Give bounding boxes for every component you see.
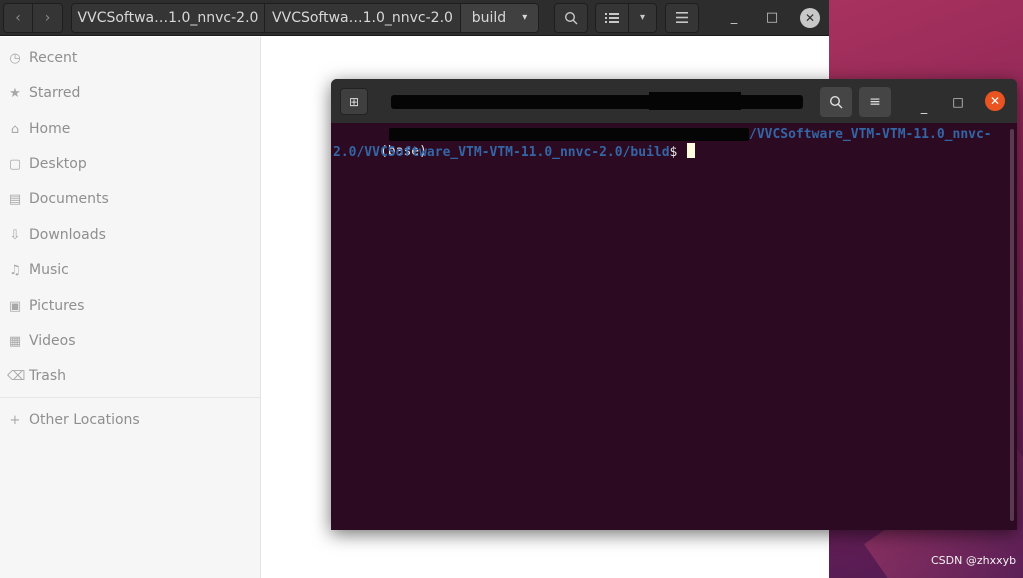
hamburger-menu-icon <box>676 12 688 23</box>
sidebar-item-trash[interactable]: ⌫ Trash <box>0 359 261 393</box>
chevron-down-icon: ▾ <box>639 12 646 23</box>
minimize-icon: _ <box>920 100 928 115</box>
maximize-icon: □ <box>952 95 964 109</box>
hamburger-menu-icon: ≡ <box>869 94 881 110</box>
sidebar-item-documents[interactable]: ▤ Documents <box>0 182 261 216</box>
path-crumb-label: VVCSoftwa…1.0_nnvc-2.0 <box>272 9 453 26</box>
prompt-path: /VVCSoftware_VTM-VTM-11.0_nnvc- <box>749 127 992 142</box>
terminal-output[interactable]: (base) /VVCSoftware_VTM-VTM-11.0_nnvc- 2… <box>331 123 1017 530</box>
terminal-close-button[interactable]: ✕ <box>985 91 1005 111</box>
forward-button[interactable]: › <box>33 2 63 33</box>
path-crumb[interactable]: VVCSoftwa…1.0_nnvc-2.0 <box>71 2 265 33</box>
terminal-window: ⊞ ≡ _ □ ✕ (base) /VVCSoftware_VTM-VTM-11… <box>331 79 1017 530</box>
sidebar-item-label: Videos <box>29 333 76 349</box>
sidebar-item-label: Trash <box>29 368 66 384</box>
plus-icon: + <box>9 412 21 428</box>
close-button[interactable]: ✕ <box>795 3 825 33</box>
sidebar-item-label: Downloads <box>29 227 106 243</box>
file-manager-header: ‹ › VVCSoftwa…1.0_nnvc-2.0 VVCSoftwa…1.0… <box>0 0 829 36</box>
video-icon: ▦ <box>8 333 22 349</box>
chevron-right-icon: › <box>44 9 51 26</box>
new-tab-button[interactable]: ⊞ <box>340 88 368 115</box>
terminal-title-redacted <box>391 92 803 110</box>
chevron-down-icon: ▾ <box>522 12 528 23</box>
sidebar-item-other-locations[interactable]: + Other Locations <box>0 403 261 437</box>
sidebar-item-label: Recent <box>29 50 78 66</box>
list-view-icon <box>605 12 619 23</box>
sidebar-item-downloads[interactable]: ⇩ Downloads <box>0 218 261 252</box>
places-sidebar: ◷ Recent ★ Starred ⌂ Home ▢ Desktop ▤ Do… <box>0 37 261 578</box>
sidebar-item-starred[interactable]: ★ Starred <box>0 76 261 110</box>
user-host-redacted <box>389 128 749 141</box>
desktop-icon: ▢ <box>8 156 22 172</box>
trash-icon: ⌫ <box>7 368 26 384</box>
new-tab-icon: ⊞ <box>348 94 360 109</box>
watermark: CSDN @zhxxyb <box>931 554 1017 567</box>
back-button[interactable]: ‹ <box>3 2 33 33</box>
terminal-header: ⊞ ≡ _ □ ✕ <box>331 79 1017 123</box>
picture-icon: ▣ <box>8 298 22 314</box>
sidebar-divider <box>0 397 261 398</box>
search-button[interactable] <box>554 2 588 33</box>
path-crumb[interactable]: VVCSoftwa…1.0_nnvc-2.0 <box>265 2 461 33</box>
maximize-button[interactable]: □ <box>757 3 787 33</box>
minimize-button[interactable]: _ <box>719 3 749 33</box>
document-icon: ▤ <box>8 191 22 207</box>
sidebar-item-label: Home <box>29 121 71 137</box>
clock-icon: ◷ <box>9 50 21 66</box>
path-crumb-label: VVCSoftwa…1.0_nnvc-2.0 <box>77 9 259 26</box>
terminal-minimize-button[interactable]: _ <box>911 89 937 115</box>
sidebar-item-pictures[interactable]: ▣ Pictures <box>0 289 261 323</box>
close-icon: ✕ <box>989 94 1001 108</box>
sidebar-item-label: Other Locations <box>29 412 140 428</box>
terminal-menu-button[interactable]: ≡ <box>859 87 891 117</box>
sidebar-item-label: Music <box>29 262 69 278</box>
terminal-maximize-button[interactable]: □ <box>945 89 971 115</box>
menu-button[interactable] <box>665 2 699 33</box>
chevron-left-icon: ‹ <box>15 9 21 26</box>
music-icon: ♫ <box>9 262 21 278</box>
maximize-icon: □ <box>765 10 779 25</box>
path-bar: VVCSoftwa…1.0_nnvc-2.0 VVCSoftwa…1.0_nnv… <box>71 2 539 33</box>
home-icon: ⌂ <box>10 121 20 137</box>
sidebar-item-home[interactable]: ⌂ Home <box>0 112 261 146</box>
close-icon: ✕ <box>800 7 820 28</box>
prompt-symbol: $ <box>669 145 686 160</box>
sidebar-item-label: Documents <box>29 191 109 207</box>
terminal-line: 2.0/VVCSoftware_VTM-VTM-11.0_nnvc-2.0/bu… <box>333 143 1007 160</box>
sidebar-item-label: Starred <box>29 85 81 101</box>
terminal-line: (base) /VVCSoftware_VTM-VTM-11.0_nnvc- <box>333 126 1007 159</box>
sidebar-item-label: Pictures <box>29 298 85 314</box>
sidebar-item-videos[interactable]: ▦ Videos <box>0 324 261 358</box>
terminal-search-button[interactable] <box>820 87 852 117</box>
sidebar-item-label: Desktop <box>29 156 87 172</box>
terminal-scrollbar[interactable] <box>1010 129 1014 521</box>
sidebar-item-recent[interactable]: ◷ Recent <box>0 41 261 75</box>
view-options-dropdown[interactable]: ▾ <box>629 2 657 33</box>
prompt-path: 2.0/VVCSoftware_VTM-VTM-11.0_nnvc-2.0/bu… <box>333 145 670 160</box>
star-icon: ★ <box>9 85 21 101</box>
text-cursor <box>687 143 696 158</box>
sidebar-item-desktop[interactable]: ▢ Desktop <box>0 147 261 181</box>
view-list-button[interactable] <box>595 2 629 33</box>
path-crumb-label: build <box>471 9 507 26</box>
path-crumb-current[interactable]: build ▾ <box>461 2 539 33</box>
sidebar-item-music[interactable]: ♫ Music <box>0 253 261 287</box>
download-icon: ⇩ <box>9 227 21 243</box>
search-icon <box>829 95 843 109</box>
minimize-icon: _ <box>730 10 738 25</box>
search-icon <box>564 11 578 24</box>
